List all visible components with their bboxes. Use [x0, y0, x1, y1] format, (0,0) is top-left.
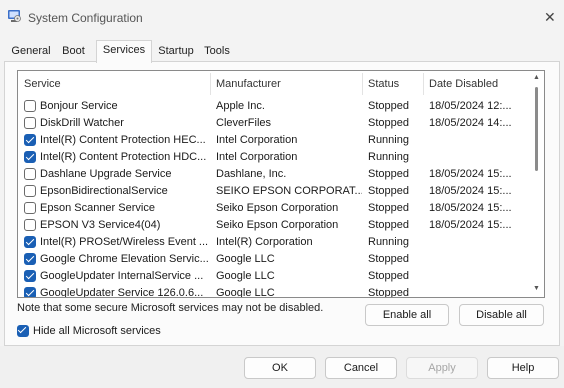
service-name-cell: GoogleUpdater InternalService ...: [40, 270, 204, 282]
tab-boot[interactable]: Boot: [55, 42, 92, 62]
title-bar: System Configuration ✕: [0, 0, 564, 34]
service-name-cell: Dashlane Upgrade Service: [40, 168, 172, 180]
manufacturer-cell: Google LLC: [216, 253, 275, 265]
scroll-down-arrow-icon[interactable]: ▼: [533, 285, 540, 292]
service-name-cell: Bonjour Service: [40, 100, 118, 112]
microsoft-services-note: Note that some secure Microsoft services…: [17, 302, 324, 314]
apply-button: Apply: [406, 357, 478, 379]
status-cell: Stopped: [368, 100, 409, 112]
service-checkbox[interactable]: [24, 270, 36, 282]
service-checkbox[interactable]: [24, 151, 36, 163]
date-disabled-cell: 18/05/2024 15:...: [429, 185, 512, 197]
vertical-scrollbar[interactable]: [535, 87, 538, 171]
service-name-cell: GoogleUpdater Service 126.0.6...: [40, 287, 204, 298]
date-disabled-cell: 18/05/2024 15:...: [429, 219, 512, 231]
date-disabled-cell: 18/05/2024 14:...: [429, 117, 512, 129]
service-name-cell: Google Chrome Elevation Servic...: [40, 253, 209, 265]
manufacturer-cell: Apple Inc.: [216, 100, 265, 112]
column-divider[interactable]: [423, 73, 424, 95]
service-name-cell: Intel(R) PROSet/Wireless Event ...: [40, 236, 209, 248]
table-row[interactable]: Epson Scanner Service Seiko Epson Corpora…: [18, 199, 544, 216]
service-name-cell: DiskDrill Watcher: [40, 117, 124, 129]
date-disabled-cell: 18/05/2024 15:...: [429, 202, 512, 214]
service-checkbox[interactable]: [24, 134, 36, 146]
status-cell: Stopped: [368, 185, 409, 197]
enable-all-button[interactable]: Enable all: [365, 304, 449, 326]
hide-microsoft-services-label[interactable]: Hide all Microsoft services: [33, 325, 161, 337]
window-title: System Configuration: [28, 11, 143, 25]
table-row[interactable]: GoogleUpdater InternalService ... Google …: [18, 267, 544, 284]
tab-startup[interactable]: Startup: [152, 42, 200, 62]
service-checkbox[interactable]: [24, 168, 36, 180]
status-cell: Stopped: [368, 117, 409, 129]
column-header-service[interactable]: Service: [24, 78, 61, 90]
service-name-cell: EpsonBidirectionalService: [40, 185, 168, 197]
table-row[interactable]: EpsonBidirectionalService SEIKO EPSON COR…: [18, 182, 544, 199]
column-divider[interactable]: [362, 73, 363, 95]
manufacturer-cell: Seiko Epson Corporation: [216, 219, 339, 231]
status-cell: Stopped: [368, 219, 409, 231]
status-cell: Running: [368, 151, 409, 163]
dialog-footer: OK Cancel Apply Help: [0, 346, 564, 388]
tab-services[interactable]: Services: [96, 40, 152, 63]
status-cell: Stopped: [368, 287, 409, 298]
manufacturer-cell: Dashlane, Inc.: [216, 168, 287, 180]
table-row[interactable]: DiskDrill Watcher CleverFiles Stopped 18/05…: [18, 114, 544, 131]
tab-general[interactable]: General: [7, 42, 55, 62]
status-cell: Running: [368, 236, 409, 248]
table-row[interactable]: EPSON V3 Service4(04) Seiko Epson Corpora…: [18, 216, 544, 233]
service-checkbox[interactable]: [24, 117, 36, 129]
disable-all-button[interactable]: Disable all: [459, 304, 544, 326]
status-cell: Stopped: [368, 270, 409, 282]
service-checkbox[interactable]: [24, 202, 36, 214]
service-checkbox[interactable]: [24, 219, 36, 231]
service-checkbox[interactable]: [24, 253, 36, 265]
status-cell: Running: [368, 134, 409, 146]
service-checkbox[interactable]: [24, 236, 36, 248]
manufacturer-cell: CleverFiles: [216, 117, 272, 129]
hide-microsoft-services-checkbox[interactable]: [17, 325, 29, 337]
date-disabled-cell: 18/05/2024 15:...: [429, 168, 512, 180]
system-configuration-app-icon: [8, 10, 21, 22]
date-disabled-cell: 18/05/2024 12:...: [429, 100, 512, 112]
status-cell: Stopped: [368, 202, 409, 214]
services-list[interactable]: Service Manufacturer Status Date Disable…: [17, 70, 545, 298]
service-name-cell: EPSON V3 Service4(04): [40, 219, 161, 231]
close-icon[interactable]: ✕: [544, 10, 556, 24]
manufacturer-cell: Seiko Epson Corporation: [216, 202, 339, 214]
service-checkbox[interactable]: [24, 287, 36, 297]
manufacturer-cell: Intel Corporation: [216, 134, 298, 146]
ok-button[interactable]: OK: [244, 357, 316, 379]
cancel-button[interactable]: Cancel: [325, 357, 397, 379]
service-name-cell: Intel(R) Content Protection HDC...: [40, 151, 207, 163]
service-name-cell: Epson Scanner Service: [40, 202, 155, 214]
service-checkbox[interactable]: [24, 100, 36, 112]
service-name-cell: Intel(R) Content Protection HEC...: [40, 134, 206, 146]
table-row[interactable]: Intel(R) PROSet/Wireless Event ... Intel(…: [18, 233, 544, 250]
table-row[interactable]: Dashlane Upgrade Service Dashlane, Inc. St…: [18, 165, 544, 182]
table-row[interactable]: Intel(R) Content Protection HEC... Intel …: [18, 131, 544, 148]
status-cell: Stopped: [368, 168, 409, 180]
manufacturer-cell: Intel Corporation: [216, 151, 298, 163]
column-header-date-disabled[interactable]: Date Disabled: [429, 78, 498, 90]
service-checkbox[interactable]: [24, 185, 36, 197]
table-row[interactable]: Google Chrome Elevation Servic... Google …: [18, 250, 544, 267]
manufacturer-cell: Google LLC: [216, 270, 275, 282]
help-button[interactable]: Help: [487, 357, 559, 379]
manufacturer-cell: Intel(R) Corporation: [216, 236, 313, 248]
column-header-manufacturer[interactable]: Manufacturer: [216, 78, 281, 90]
column-header-status[interactable]: Status: [368, 78, 399, 90]
table-row[interactable]: Bonjour Service Apple Inc. Stopped 18/05/20…: [18, 97, 544, 114]
status-cell: Stopped: [368, 253, 409, 265]
list-header: Service Manufacturer Status Date Disable…: [18, 71, 544, 97]
scroll-up-arrow-icon[interactable]: ▲: [533, 74, 540, 81]
tab-strip: General Boot Services Startup Tools: [4, 40, 560, 63]
column-divider[interactable]: [210, 73, 211, 95]
manufacturer-cell: SEIKO EPSON CORPORAT...: [216, 185, 362, 197]
table-row[interactable]: GoogleUpdater Service 126.0.6... Google L…: [18, 284, 544, 298]
tab-tools[interactable]: Tools: [200, 42, 234, 62]
manufacturer-cell: Google LLC: [216, 287, 275, 298]
table-row[interactable]: Intel(R) Content Protection HDC... Intel …: [18, 148, 544, 165]
